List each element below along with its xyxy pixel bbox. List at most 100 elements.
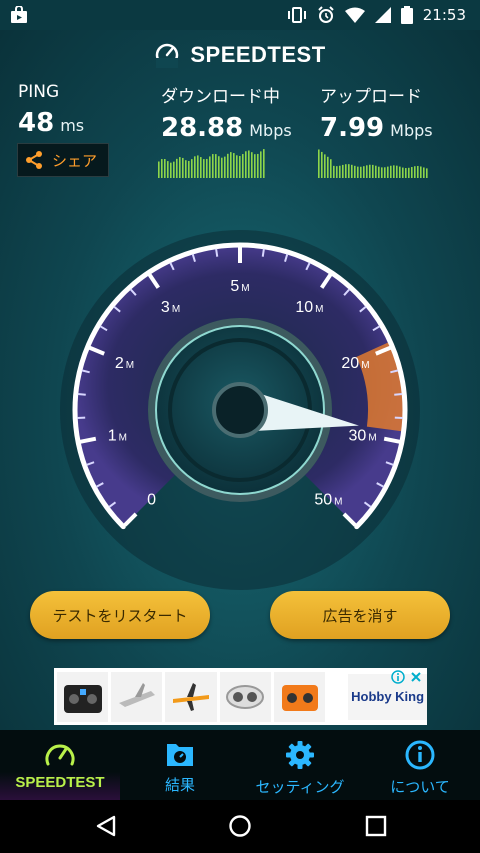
graph-bar (233, 153, 235, 178)
download-unit: Mbps (249, 121, 292, 140)
nav-results[interactable]: 結果 (120, 730, 240, 800)
app-title: SPEEDTEST (190, 42, 326, 67)
bottom-navigation: SPEEDTEST 結果 セッティング について (0, 730, 480, 800)
shopping-bag-icon (11, 6, 27, 23)
ad-controls (391, 670, 423, 684)
gauge-tick-number: 20 (341, 355, 359, 372)
gauge-tick-unit: M (334, 496, 342, 507)
graph-bar (420, 166, 422, 178)
gauge-tick-label: 0 (147, 491, 156, 508)
download-value-row: 28.88 Mbps (161, 113, 292, 143)
upload-value: 7.99 (320, 113, 385, 143)
gauge-tick-number: 10 (295, 299, 313, 316)
ad-info-icon[interactable] (391, 670, 405, 684)
graph-bar (176, 158, 178, 178)
gauge-tick-number: 1 (108, 427, 117, 444)
upload-wave-graph (318, 149, 428, 178)
graph-bar (245, 151, 247, 178)
graph-bar (333, 165, 335, 178)
graph-bar (405, 168, 407, 178)
graph-bar (408, 167, 410, 178)
graph-bar (242, 154, 244, 178)
nav-about[interactable]: について (360, 730, 480, 800)
graph-bar (203, 159, 205, 178)
graph-bar (369, 164, 371, 178)
nav-about-label: について (390, 778, 450, 796)
graph-bar (224, 156, 226, 178)
graph-bar (188, 160, 190, 178)
gauge-tick-unit: M (172, 304, 180, 315)
ad-product-image[interactable] (273, 671, 326, 722)
ad-product-image[interactable] (57, 671, 109, 722)
rc-goggles-icon (226, 684, 265, 709)
recents-icon[interactable] (364, 814, 388, 838)
graph-bar (260, 151, 262, 178)
ad-brand-text: Hobby King (351, 689, 425, 704)
status-bar: 21:53 (0, 0, 480, 30)
speed-gauge: 01 M2 M3 M5 M10 M20 M30 M50 M (60, 230, 420, 590)
app-header: SPEEDTEST (0, 40, 480, 70)
nav-speedtest[interactable]: SPEEDTEST (0, 730, 120, 800)
system-navigation-bar (0, 800, 480, 853)
gauge-tick-unit: M (119, 432, 127, 443)
gauge-tick-number: 5 (230, 278, 239, 295)
back-icon[interactable] (94, 814, 118, 838)
restart-test-button[interactable]: テストをリスタート (30, 591, 210, 639)
share-button[interactable]: シェア (17, 143, 109, 177)
ping-metric: PING 48 ms (18, 82, 84, 138)
graph-bar (357, 166, 359, 178)
graph-bar (194, 156, 196, 178)
upload-metric: アップロード 7.99 Mbps (320, 82, 433, 143)
upload-label: アップロード (320, 87, 422, 107)
share-icon (26, 151, 42, 169)
graph-bar (360, 166, 362, 178)
graph-bar (426, 168, 428, 178)
gauge-tick-number: 50 (314, 491, 332, 508)
nav-settings[interactable]: セッティング (240, 730, 360, 800)
ping-value-row: 48 ms (18, 108, 84, 138)
ad-banner[interactable]: Hobby King (54, 668, 427, 725)
ping-label: PING (18, 82, 60, 102)
graph-bar (197, 155, 199, 178)
nav-speedtest-label: SPEEDTEST (15, 774, 105, 791)
gauge-tick-number: 3 (161, 299, 170, 316)
graph-bar (402, 167, 404, 178)
graph-bar (263, 149, 265, 178)
graph-bar (170, 162, 172, 178)
graph-bar (200, 157, 202, 178)
graph-bar (182, 157, 184, 178)
graph-bar (354, 165, 356, 178)
ping-value: 48 (18, 108, 55, 138)
vibrate-icon (287, 7, 306, 23)
ad-product-image[interactable] (111, 671, 163, 722)
gauge-minor-tick (394, 393, 403, 396)
gauge-minor-tick (77, 393, 86, 396)
download-value: 28.88 (161, 113, 244, 143)
graph-bar (236, 155, 238, 178)
wifi-icon (344, 7, 365, 23)
speedometer-icon (45, 744, 75, 766)
graph-bar (179, 157, 181, 178)
remove-ads-button[interactable]: 広告を消す (270, 591, 450, 639)
ad-product-image[interactable] (165, 671, 217, 722)
ad-product-image[interactable] (219, 671, 271, 722)
graph-bar (387, 166, 389, 178)
gauge-tick-unit: M (241, 283, 249, 294)
graph-bar (161, 159, 163, 178)
graph-bar (390, 165, 392, 178)
upload-unit: Mbps (390, 121, 433, 140)
graph-bar (206, 158, 208, 178)
graph-bar (372, 164, 374, 178)
graph-bar (339, 165, 341, 178)
home-icon[interactable] (228, 814, 252, 838)
graph-bar (254, 154, 256, 178)
rc-controller-icon (281, 684, 318, 711)
rc-jet-icon (173, 682, 210, 711)
graph-bar (158, 161, 160, 178)
graph-bar (185, 160, 187, 178)
gauge-tick-unit: M (126, 360, 134, 371)
graph-bar (381, 167, 383, 178)
gauge-tick-number: 30 (349, 427, 367, 444)
graph-bar (348, 164, 350, 178)
ad-close-icon[interactable] (409, 670, 423, 684)
